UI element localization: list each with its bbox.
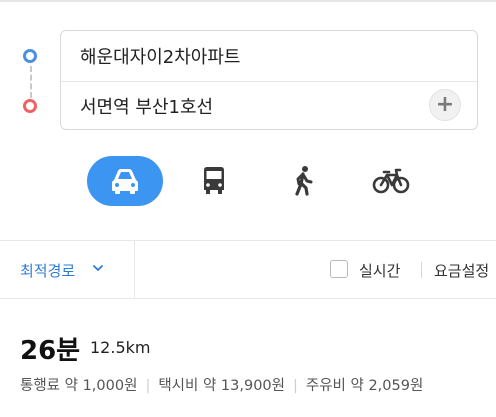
destination-value: 서면역 부산1호선	[80, 97, 214, 118]
fare-settings-button[interactable]: 요금설정	[434, 260, 489, 281]
destination-marker-icon	[23, 99, 37, 113]
walking-person-icon	[295, 166, 313, 196]
route-connector	[30, 66, 32, 98]
bus-icon	[204, 167, 224, 194]
mode-bicycle-button[interactable]	[353, 156, 429, 206]
mode-bus-button[interactable]	[176, 156, 252, 206]
divider	[0, 298, 496, 299]
mode-walk-button[interactable]	[265, 156, 341, 206]
divider: |	[145, 378, 151, 394]
taxi-cost: 택시비 약 13,900원	[158, 378, 285, 394]
realtime-label[interactable]: 실시간	[359, 260, 400, 281]
bicycle-icon	[372, 168, 410, 194]
mode-car-button[interactable]	[87, 156, 163, 206]
route-duration: 26분	[20, 336, 81, 366]
origin-value: 해운대자이2차아파트	[80, 47, 241, 68]
divider	[0, 240, 496, 241]
route-input-box: 해운대자이2차아파트 서면역 부산1호선 +	[60, 30, 478, 130]
divider: |	[292, 378, 298, 394]
top-border	[0, 0, 496, 2]
divider	[421, 262, 422, 278]
origin-field[interactable]: 해운대자이2차아파트	[61, 31, 477, 82]
route-sort-dropdown[interactable]: 최적경로	[20, 260, 75, 281]
route-distance: 12.5km	[90, 338, 151, 357]
car-icon	[112, 169, 138, 194]
chevron-down-icon[interactable]	[92, 262, 104, 274]
toll-cost: 통행료 약 1,000원	[20, 378, 138, 394]
route-costs: 통행료 약 1,000원 | 택시비 약 13,900원 | 주유비 약 2,059원	[20, 374, 423, 395]
add-waypoint-button[interactable]: +	[429, 89, 461, 121]
divider	[134, 241, 135, 298]
plus-icon: +	[435, 92, 455, 117]
origin-marker-icon	[23, 49, 37, 63]
realtime-checkbox[interactable]	[330, 260, 348, 278]
fuel-cost: 주유비 약 2,059원	[305, 378, 424, 394]
destination-field[interactable]: 서면역 부산1호선 +	[61, 81, 477, 131]
